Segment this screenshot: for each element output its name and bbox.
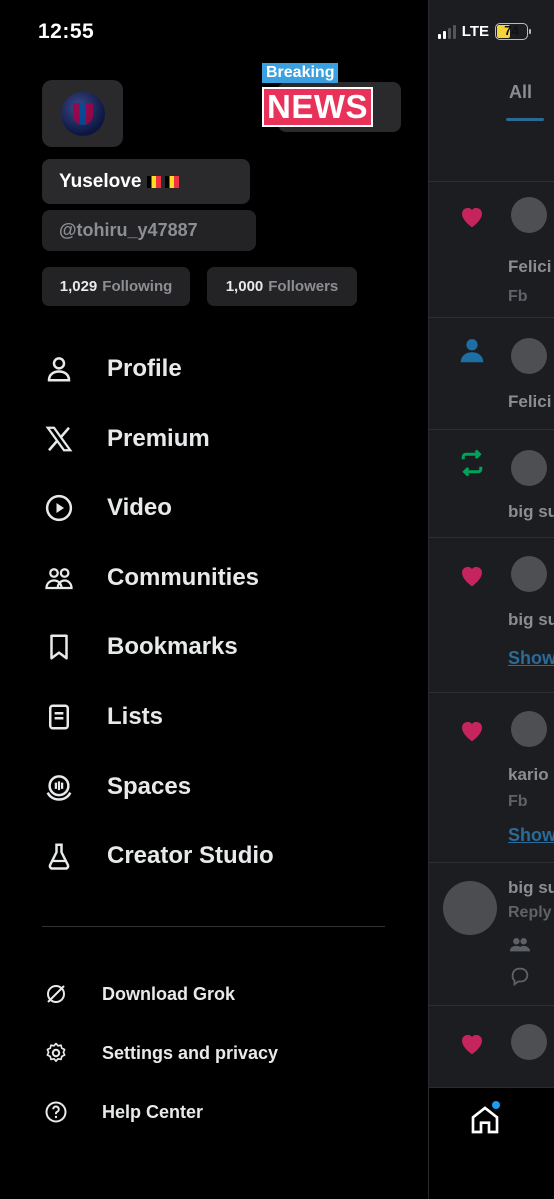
notifications-feed-dimmed[interactable]: All Felici Fb Felici big su big su Show	[428, 0, 554, 1199]
list-item[interactable]: big su Reply	[429, 863, 554, 1006]
followers-count: 1,000	[225, 278, 264, 295]
avatar	[511, 450, 547, 486]
menu-label: Settings and privacy	[102, 1042, 279, 1063]
menu-label: Creator Studio	[107, 842, 274, 869]
gear-icon	[42, 1039, 70, 1067]
list-item[interactable]	[429, 1006, 554, 1087]
menu-label: Lists	[107, 703, 164, 730]
notifications-tabs	[429, 60, 554, 182]
grok-icon	[42, 980, 70, 1008]
badge-top-text: Breaking	[262, 63, 339, 83]
repost-icon	[461, 449, 483, 477]
avatar	[511, 1024, 547, 1060]
menu-item-spaces[interactable]: Spaces	[42, 762, 402, 812]
people-icon	[509, 938, 531, 952]
avatar	[60, 91, 105, 136]
notification-sub: Fb	[508, 793, 528, 810]
show-link[interactable]: Show	[508, 648, 554, 669]
display-name-text: Yuselove	[59, 170, 142, 192]
menu-label: Premium	[107, 425, 210, 452]
user-handle[interactable]: @tohiru_y47887	[42, 210, 256, 251]
menu-item-profile[interactable]: Profile	[42, 344, 402, 394]
side-drawer: Breaking NEWS Yuselove @tohiru_y47887 1,…	[0, 0, 428, 1199]
list-item[interactable]: kario Fb Show	[429, 693, 554, 863]
menu-item-communities[interactable]: Communities	[42, 553, 402, 603]
followers-button[interactable]: 1,000 Followers	[207, 267, 357, 306]
following-button[interactable]: 1,029 Following	[42, 267, 190, 306]
avatar	[511, 711, 547, 747]
tab-all[interactable]: All	[509, 82, 532, 103]
menu-label: Bookmarks	[107, 633, 238, 660]
battery-icon: 74	[495, 23, 531, 40]
list-item[interactable]: big su Show	[429, 538, 554, 693]
reply-icon[interactable]	[509, 965, 531, 987]
show-link[interactable]: Show	[508, 825, 554, 846]
menu-item-lists[interactable]: Lists	[42, 692, 402, 742]
avatar	[511, 556, 547, 592]
heart-icon	[462, 207, 482, 228]
notification-sub: Fb	[508, 288, 528, 305]
user-handle-text: @tohiru_y47887	[59, 220, 198, 240]
menu-label: Profile	[107, 355, 182, 382]
menu-label: Spaces	[107, 773, 192, 800]
list-icon	[42, 700, 76, 734]
notification-text: big su	[508, 610, 554, 629]
list-item[interactable]: big su	[429, 430, 554, 538]
status-indicators: LTE 74	[437, 23, 531, 40]
person-follow-icon	[460, 339, 484, 363]
notification-text: kario	[508, 765, 549, 784]
notification-text: big su	[508, 502, 554, 521]
followers-label: Followers	[268, 278, 339, 295]
play-circle-icon	[42, 491, 76, 525]
menu-item-video[interactable]: Video	[42, 483, 402, 533]
x-logo-icon	[42, 422, 76, 456]
communities-icon	[42, 561, 76, 595]
status-time: 12:55	[38, 20, 95, 43]
list-item[interactable]: Felici Fb	[429, 183, 554, 318]
app-screen: All Felici Fb Felici big su big su Show	[0, 0, 554, 1199]
list-item[interactable]: Felici	[429, 318, 554, 430]
spaces-icon	[42, 770, 76, 804]
signal-icon	[437, 24, 456, 39]
bookmark-icon	[42, 630, 76, 664]
belgium-flag-icon	[147, 175, 162, 188]
heart-icon	[462, 721, 482, 742]
active-tab-indicator	[506, 118, 544, 121]
breaking-news-badge[interactable]: Breaking NEWS	[252, 60, 402, 132]
menu-item-premium[interactable]: Premium	[42, 414, 402, 464]
menu-label: Help Center	[102, 1101, 204, 1122]
display-name[interactable]: Yuselove	[42, 159, 250, 204]
profile-avatar-button[interactable]	[42, 80, 123, 147]
avatar	[443, 881, 497, 935]
following-label: Following	[102, 278, 173, 295]
menu-item-help-center[interactable]: Help Center	[42, 1092, 372, 1132]
avatar	[511, 338, 547, 374]
bottom-tab-bar	[429, 1087, 554, 1199]
help-icon	[42, 1098, 70, 1126]
heart-icon	[462, 566, 482, 587]
menu-label: Download Grok	[102, 983, 236, 1004]
notification-dot	[492, 1101, 500, 1109]
notification-sub: Reply	[508, 904, 552, 921]
heart-icon	[462, 1034, 482, 1055]
notification-text: Felici	[508, 257, 552, 276]
notification-text: Felici	[508, 392, 552, 411]
belgium-flag-icon	[165, 175, 180, 188]
badge-main-text: NEWS	[262, 87, 373, 127]
following-count: 1,029	[59, 278, 98, 295]
network-type: LTE	[461, 23, 489, 40]
battery-level: 74	[504, 23, 519, 38]
menu-item-bookmarks[interactable]: Bookmarks	[42, 622, 402, 672]
menu-label: Video	[107, 494, 172, 521]
menu-item-settings-privacy[interactable]: Settings and privacy	[42, 1033, 372, 1073]
menu-divider	[42, 926, 385, 927]
menu-label: Communities	[107, 564, 260, 591]
person-icon	[42, 352, 76, 386]
flask-icon	[42, 839, 76, 873]
avatar	[511, 197, 547, 233]
menu-item-creator-studio[interactable]: Creator Studio	[42, 831, 402, 881]
notification-text: big su	[508, 878, 554, 897]
menu-item-download-grok[interactable]: Download Grok	[42, 974, 372, 1014]
